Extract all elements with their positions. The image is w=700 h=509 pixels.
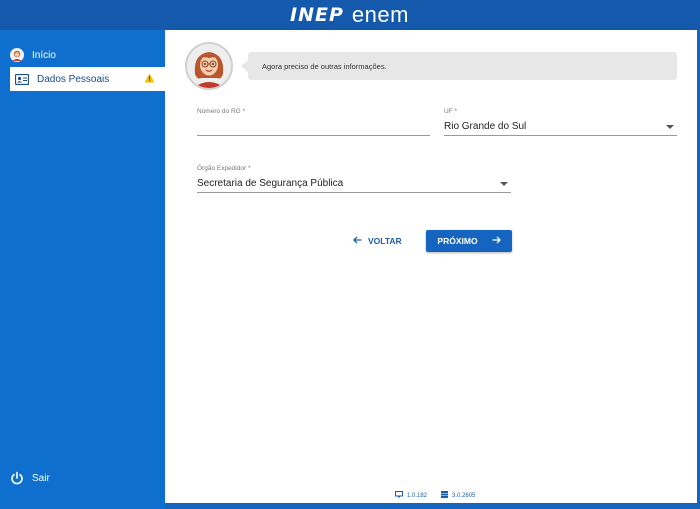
assistant-message-bubble: Agora preciso de outras informações. <box>241 52 677 80</box>
version-footer: 1.0.182 3.0.2605 <box>395 491 475 500</box>
next-button-label: PRÓXIMO <box>437 236 478 246</box>
back-button[interactable]: VOLTAR <box>353 230 413 252</box>
uf-value: Rio Grande do Sul <box>444 121 527 132</box>
field-underline <box>197 192 511 193</box>
orgao-expedidor-value: Secretaria de Segurança Pública <box>197 178 344 189</box>
arrow-left-icon <box>353 236 362 246</box>
main-content: Agora preciso de outras informações. Núm… <box>165 30 697 503</box>
monitor-icon <box>395 491 403 500</box>
assistant-message-text: Agora preciso de outras informações. <box>262 61 387 71</box>
rg-number-label: Número do RG * <box>197 108 246 115</box>
sidebar-item-label: Início <box>32 49 56 61</box>
sidebar-item-inicio[interactable]: Início <box>10 43 165 67</box>
uf-label: UF * <box>444 108 457 115</box>
enem-logo-text: enem <box>351 2 409 27</box>
back-button-label: VOLTAR <box>368 236 402 246</box>
sidebar-item-label: Sair <box>32 472 50 484</box>
field-underline <box>444 135 677 136</box>
next-button[interactable]: PRÓXIMO <box>426 230 512 252</box>
top-bar: INEP enem <box>0 0 700 30</box>
warning-icon <box>144 73 155 86</box>
field-underline <box>197 135 430 136</box>
dropdown-caret-icon[interactable] <box>500 182 508 186</box>
id-card-icon <box>15 72 29 86</box>
sidebar-item-sair[interactable]: Sair <box>10 466 165 490</box>
arrow-right-icon <box>492 236 501 246</box>
server-version-text: 3.0.2605 <box>452 492 476 499</box>
sidebar: Início Dados Pessoais Sair <box>0 30 165 509</box>
dropdown-caret-icon[interactable] <box>666 125 674 129</box>
assistant-avatar <box>185 42 233 90</box>
orgao-expedidor-label: Órgão Expedidor * <box>197 165 251 172</box>
avatar-icon <box>10 48 24 62</box>
client-version: 1.0.182 <box>395 491 427 500</box>
server-icon <box>441 491 449 500</box>
inep-enem-logo: INEP enem <box>290 2 409 27</box>
sidebar-item-dados-pessoais[interactable]: Dados Pessoais <box>10 67 165 91</box>
power-icon <box>10 471 24 485</box>
server-version: 3.0.2605 <box>441 491 475 500</box>
client-version-text: 1.0.182 <box>407 492 428 499</box>
inep-logo-text: INEP <box>290 4 344 26</box>
sidebar-item-label: Dados Pessoais <box>37 73 110 85</box>
